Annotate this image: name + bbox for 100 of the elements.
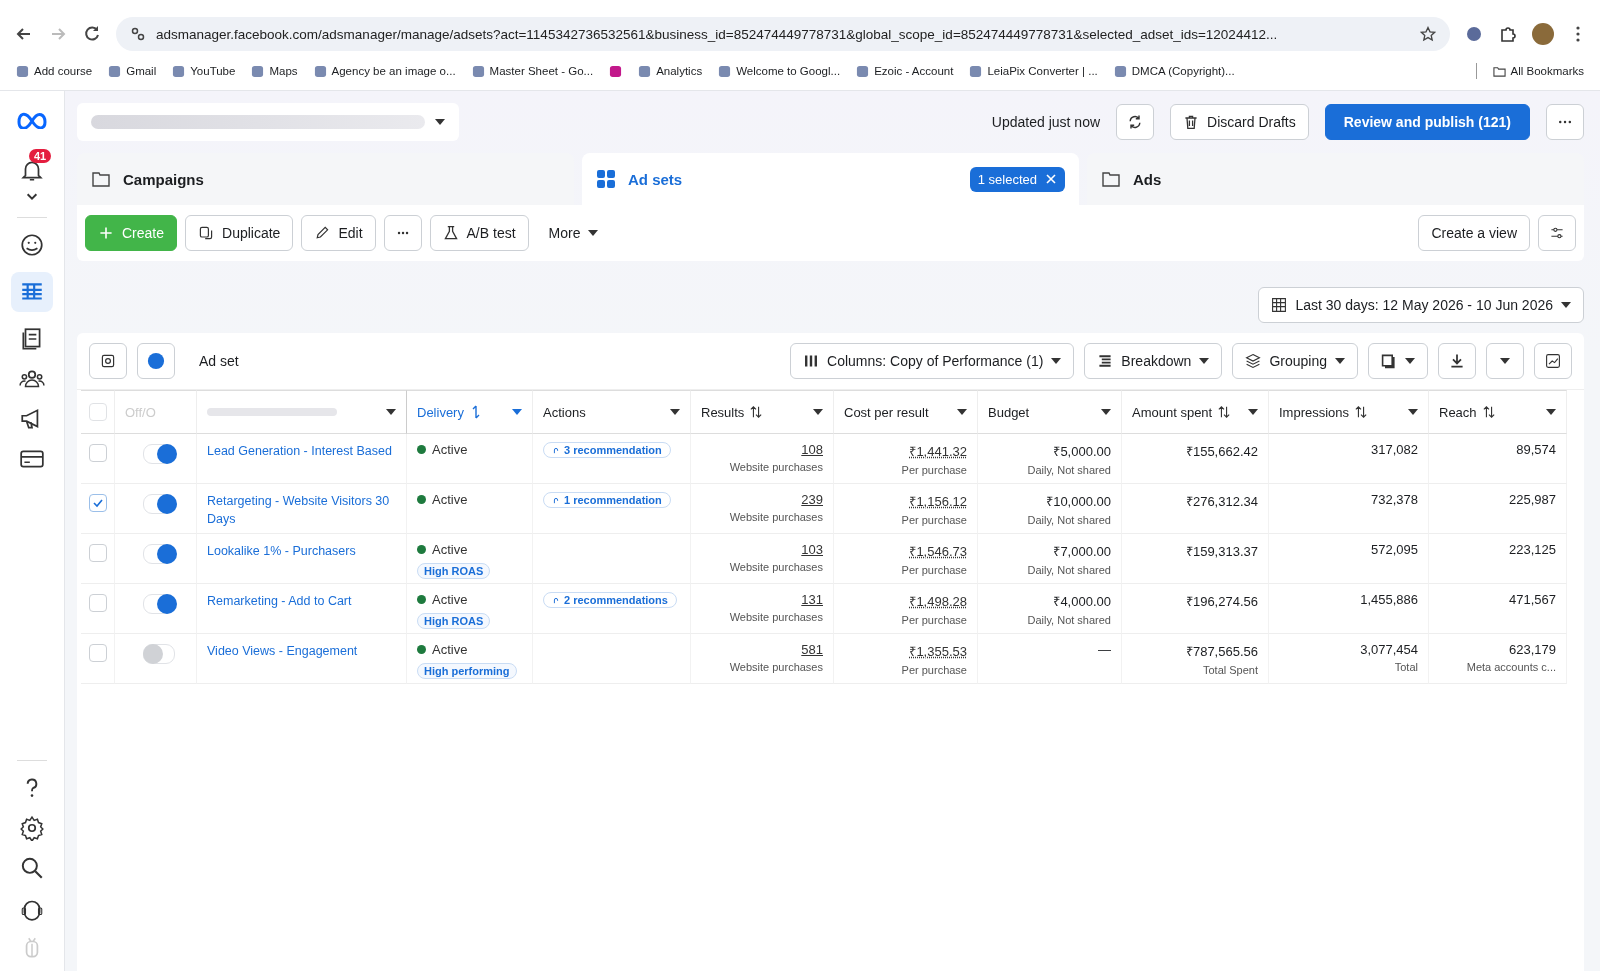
bookmark[interactable]: Welcome to Googl... — [718, 64, 841, 78]
columns-dropdown[interactable]: Columns: Copy of Performance (1) — [790, 343, 1075, 379]
star-icon[interactable] — [1420, 26, 1436, 42]
customize-button[interactable] — [1538, 215, 1576, 251]
row-checkbox[interactable] — [89, 544, 107, 562]
site-icon — [251, 64, 265, 78]
toggle-switch[interactable] — [143, 594, 175, 614]
date-range-picker[interactable]: Last 30 days: 12 May 2026 - 10 Jun 2026 — [1258, 287, 1584, 323]
selection-badge[interactable]: 1 selected — [969, 166, 1065, 192]
site-icon — [638, 64, 652, 78]
results-value[interactable]: 108 — [801, 442, 823, 457]
filter-toggle-button[interactable] — [89, 343, 127, 379]
site-settings-icon[interactable] — [130, 26, 146, 42]
notification-badge: 41 — [29, 149, 52, 163]
ab-test-button[interactable]: A/B test — [429, 215, 529, 251]
toggle-switch[interactable] — [143, 644, 175, 664]
breakdown-dropdown[interactable]: Breakdown — [1084, 343, 1223, 379]
ad-set-name-link[interactable]: Retargeting - Website Visitors 30 Days — [207, 492, 400, 528]
cost-value[interactable]: ₹1,498.28 — [909, 592, 967, 610]
breakdown-icon — [1097, 353, 1114, 369]
column-header[interactable]: Amount spent — [1122, 390, 1269, 434]
download-button[interactable] — [1438, 343, 1476, 379]
results-value[interactable]: 239 — [801, 492, 823, 507]
budget-label: Daily, Not shared — [1027, 514, 1111, 526]
results-value[interactable]: 103 — [801, 542, 823, 557]
address-bar[interactable]: adsmanager.facebook.com/adsmanager/manage/adsets?act=1145342736532561&business_id=852474449778731&global_scope_id=852474449778731&selected_adset_ids=12024412... — [116, 17, 1450, 51]
reload-icon[interactable] — [82, 24, 102, 44]
bookmark[interactable]: Analytics — [638, 64, 703, 78]
column-header[interactable]: Reach — [1429, 390, 1567, 434]
cost-value[interactable]: ₹1,441.32 — [909, 442, 967, 460]
bookmark[interactable]: Ezoic - Account — [856, 64, 954, 78]
toggle-switch[interactable] — [143, 544, 175, 564]
column-header[interactable]: Budget — [978, 390, 1122, 434]
more-dropdown[interactable]: More — [536, 215, 611, 251]
ad-set-name-link[interactable]: Remarketing - Add to Cart — [207, 592, 400, 610]
flask-icon — [442, 225, 459, 241]
bookmark[interactable]: LeiaPix Converter | ... — [969, 64, 1098, 78]
cost-value[interactable]: ₹1,156.12 — [909, 492, 967, 510]
cost-value[interactable]: ₹1,546.73 — [909, 542, 967, 560]
budget-label: Daily, Not shared — [1027, 614, 1111, 626]
cost-value[interactable]: ₹1,355.53 — [909, 642, 967, 660]
create-view-button[interactable]: Create a view — [1418, 215, 1530, 251]
url-text: adsmanager.facebook.com/adsmanager/manage/adsets?act=1145342736532561&business_id=852474449778731&global_scope_id=852474449778731&selected_adset_ids=12024412... — [156, 26, 1279, 42]
select-all-checkbox[interactable] — [89, 403, 107, 421]
view-toggle-button[interactable] — [137, 343, 175, 379]
column-header[interactable]: Delivery — [407, 390, 533, 434]
caret-icon — [1561, 302, 1571, 308]
hand-icon — [552, 495, 560, 505]
bookmark-icon[interactable] — [609, 64, 623, 78]
column-header[interactable]: Actions — [533, 390, 691, 434]
site-icon — [108, 64, 122, 78]
bookmark[interactable]: DMCA (Copyright)... — [1113, 64, 1235, 78]
bookmark[interactable]: Gmail — [108, 64, 157, 78]
row-checkbox[interactable] — [89, 644, 107, 662]
settings-icon[interactable] — [19, 815, 45, 841]
ad-set-name-link[interactable]: Lead Generation - Interest Based — [207, 442, 400, 460]
ad-set-name-link[interactable]: Video Views - Engagement — [207, 642, 400, 660]
copy-icon — [198, 225, 215, 241]
close-icon[interactable] — [1045, 173, 1057, 185]
toggle-switch[interactable] — [143, 494, 175, 514]
column-header[interactable]: Results — [691, 390, 834, 434]
table-nav-item[interactable] — [11, 272, 53, 312]
bookmark[interactable]: Add course — [16, 64, 93, 78]
row-checkbox[interactable] — [89, 494, 107, 512]
results-value[interactable]: 131 — [801, 592, 823, 607]
download-options-button[interactable] — [1486, 343, 1524, 379]
toggle-switch[interactable] — [143, 444, 175, 464]
amount-spent-value: ₹155,662.42 — [1185, 443, 1258, 460]
caret-icon — [512, 409, 522, 415]
column-header[interactable]: Cost per result — [834, 390, 978, 434]
discard-drafts-button[interactable]: Discard Drafts — [1170, 104, 1309, 140]
delivery-status: Active — [417, 492, 468, 507]
bookmark[interactable]: YouTube — [172, 64, 236, 78]
column-header[interactable]: Impressions — [1269, 390, 1429, 434]
edit-button[interactable]: Edit — [301, 215, 376, 251]
performance-tag: High ROAS — [417, 563, 491, 579]
results-value[interactable]: 581 — [801, 642, 823, 657]
sort-icon — [750, 405, 763, 419]
review-publish-button[interactable]: Review and publish (121) — [1324, 104, 1530, 140]
bookmark[interactable]: Maps — [251, 64, 298, 78]
hand-icon — [552, 595, 560, 605]
budget-value: ₹4,000.00 — [1053, 593, 1111, 610]
refresh-button[interactable] — [1116, 104, 1155, 140]
caret-icon — [1335, 358, 1345, 364]
row-checkbox[interactable] — [89, 444, 107, 462]
profile-avatar[interactable] — [1532, 23, 1554, 45]
grouping-dropdown[interactable]: Grouping — [1232, 343, 1358, 379]
tab[interactable]: Ad sets 1 selected — [582, 153, 1079, 205]
puzzle-icon[interactable] — [1498, 24, 1518, 44]
reports-dropdown[interactable] — [1368, 343, 1428, 379]
bookmark[interactable]: Master Sheet - Go... — [471, 64, 594, 78]
ad-set-name-link[interactable]: Lookalike 1% - Purchasers — [207, 542, 400, 560]
extension-icon[interactable] — [1464, 24, 1484, 44]
chart-button[interactable] — [1534, 343, 1572, 379]
dashboard-icon[interactable] — [19, 232, 45, 258]
bookmark[interactable]: Agency be an image o... — [313, 64, 456, 78]
row-checkbox[interactable] — [89, 594, 107, 612]
duplicate-button[interactable]: Duplicate — [185, 215, 294, 251]
search-icon[interactable] — [19, 855, 45, 881]
all-bookmarks[interactable]: All Bookmarks — [1492, 64, 1584, 78]
